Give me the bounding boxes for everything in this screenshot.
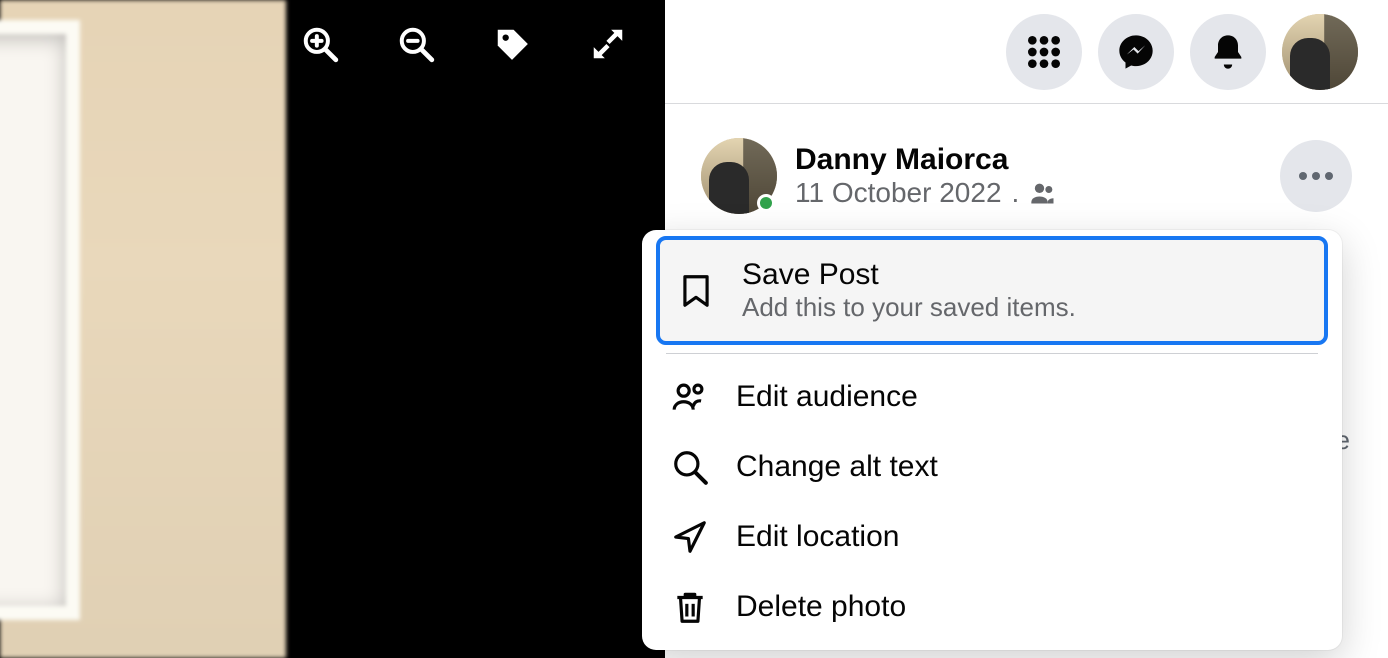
- menu-change-alt-text[interactable]: Change alt text: [656, 432, 1328, 502]
- zoom-out-button[interactable]: [392, 20, 440, 68]
- menu-save-title: Save Post: [742, 258, 1076, 292]
- messenger-icon: [1116, 32, 1156, 72]
- menu-delete-photo[interactable]: Delete photo: [656, 572, 1328, 642]
- profile-avatar[interactable]: [1282, 14, 1358, 90]
- menu-save-post[interactable]: Save Post Add this to your saved items.: [656, 236, 1328, 345]
- post-date[interactable]: 11 October 2022: [795, 177, 1002, 209]
- menu-edit-audience-label: Edit audience: [736, 380, 918, 414]
- fullscreen-icon: [589, 25, 627, 63]
- apps-button[interactable]: [1006, 14, 1082, 90]
- menu-separator: [666, 353, 1318, 354]
- messenger-button[interactable]: [1098, 14, 1174, 90]
- menu-edit-location[interactable]: Edit location: [656, 502, 1328, 572]
- trash-icon: [671, 588, 709, 626]
- author-avatar-wrap[interactable]: [701, 138, 777, 214]
- zoom-in-button[interactable]: [296, 20, 344, 68]
- tag-button[interactable]: [488, 20, 536, 68]
- zoom-out-icon: [397, 25, 435, 63]
- viewer-toolbar: [286, 20, 632, 68]
- fullscreen-button[interactable]: [584, 20, 632, 68]
- menu-edit-audience[interactable]: Edit audience: [656, 362, 1328, 432]
- more-options-button[interactable]: [1280, 140, 1352, 212]
- bell-icon: [1208, 32, 1248, 72]
- zoom-in-icon: [301, 25, 339, 63]
- more-icon: [1298, 171, 1334, 181]
- author-name[interactable]: Danny Maiorca: [795, 143, 1057, 177]
- bookmark-icon: [677, 272, 715, 310]
- menu-edit-location-label: Edit location: [736, 520, 899, 554]
- post-options-menu: Save Post Add this to your saved items. …: [642, 230, 1342, 650]
- right-panel: Danny Maiorca 11 October 2022 . e Save P…: [665, 0, 1388, 658]
- menu-save-subtitle: Add this to your saved items.: [742, 292, 1076, 323]
- notifications-button[interactable]: [1190, 14, 1266, 90]
- photo-viewer: [0, 0, 665, 658]
- online-status-dot: [757, 194, 775, 212]
- menu-grid-icon: [1024, 32, 1064, 72]
- tag-icon: [493, 25, 531, 63]
- separator: .: [1012, 177, 1020, 209]
- photo-frame: [0, 20, 80, 620]
- post-meta: Danny Maiorca 11 October 2022 .: [795, 143, 1057, 209]
- search-icon: [671, 448, 709, 486]
- menu-delete-photo-label: Delete photo: [736, 590, 906, 624]
- location-arrow-icon: [671, 518, 709, 556]
- post-header: Danny Maiorca 11 October 2022 .: [665, 104, 1388, 224]
- menu-change-alt-label: Change alt text: [736, 450, 938, 484]
- audience-icon: [671, 378, 709, 416]
- friends-audience-icon: [1029, 179, 1057, 207]
- photo: [0, 0, 286, 658]
- topbar: [665, 0, 1388, 104]
